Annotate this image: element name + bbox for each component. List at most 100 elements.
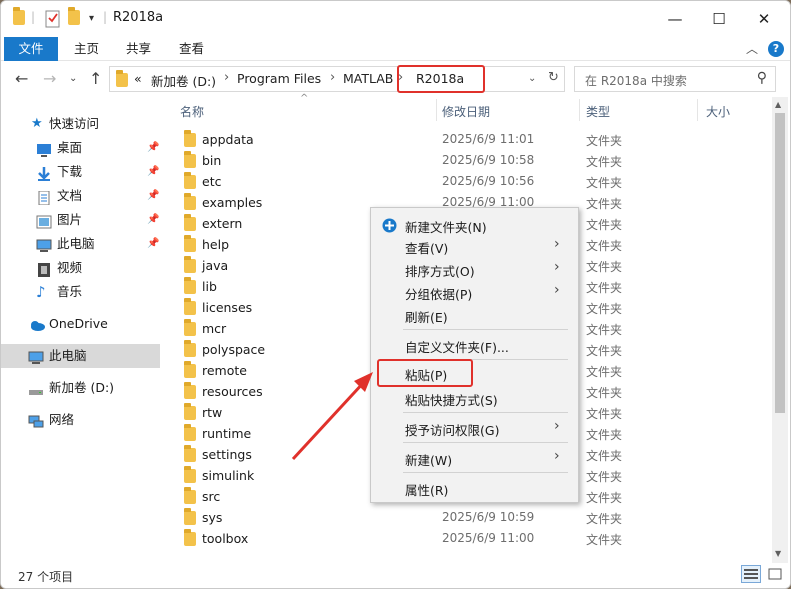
folder-icon [184, 151, 196, 171]
breadcrumb-chevron-icon[interactable]: › [330, 70, 335, 85]
sidebar-item-pictures[interactable]: 图片 📌 [1, 208, 161, 232]
menu-item-new-folder[interactable]: 新建文件夹(N) [371, 214, 578, 236]
sidebar-item-this-pc[interactable]: 此电脑 [1, 344, 160, 368]
tab-file[interactable]: 文件 [4, 37, 58, 61]
address-bar[interactable]: « 新加卷 (D:) › Program Files › MATLAB › R2… [109, 65, 565, 93]
menu-item-sort-by[interactable]: 排序方式(O) › [371, 258, 578, 280]
file-type: 文件夹 [586, 428, 623, 442]
scroll-up-icon[interactable]: ▲ [775, 100, 781, 109]
forward-arrow-icon[interactable]: → [43, 69, 56, 88]
sidebar-item-onedrive[interactable]: OneDrive [1, 312, 161, 336]
breadcrumb-overflow[interactable]: « [134, 71, 142, 86]
sidebar-item-quick-access[interactable]: ★ 快速访问 [1, 112, 161, 136]
close-button[interactable]: ✕ [744, 6, 784, 32]
menu-item-group-by[interactable]: 分组依据(P) › [371, 281, 578, 303]
folder-icon [184, 424, 196, 444]
file-type: 文件夹 [586, 533, 623, 547]
folder-icon [184, 466, 196, 486]
minimize-button[interactable]: — [655, 6, 695, 32]
file-row[interactable]: appdata 2025/6/9 11:01 文件夹 [163, 129, 763, 150]
file-modified: 2025/6/9 10:56 [442, 174, 535, 188]
menu-separator [403, 472, 568, 473]
scroll-down-icon[interactable]: ▼ [775, 549, 781, 558]
file-type: 文件夹 [586, 302, 623, 316]
menu-item-grant-access[interactable]: 授予访问权限(G) › [371, 417, 578, 439]
sidebar-item-music[interactable]: ♪ 音乐 [1, 280, 161, 304]
maximize-button[interactable]: ☐ [699, 6, 739, 32]
file-type: 文件夹 [586, 176, 623, 190]
column-divider[interactable] [579, 99, 580, 121]
up-arrow-icon[interactable]: ↑ [89, 69, 102, 88]
sidebar-item-documents[interactable]: 文档 📌 [1, 184, 161, 208]
sidebar-item-label: 音乐 [57, 284, 83, 299]
menu-item-label: 分组依据(P) [405, 287, 473, 302]
file-type: 文件夹 [586, 470, 623, 484]
sidebar-item-desktop[interactable]: 桌面 📌 [1, 136, 161, 160]
menu-item-refresh[interactable]: 刷新(E) [371, 304, 578, 326]
address-dropdown-icon[interactable]: ⌄ [528, 73, 536, 84]
menu-item-label: 刷新(E) [405, 310, 448, 325]
file-row[interactable]: toolbox 2025/6/9 11:00 文件夹 [163, 528, 763, 549]
file-name: examples [202, 195, 263, 210]
column-header-name[interactable]: 名称 [180, 103, 204, 120]
folder-icon [184, 382, 196, 402]
column-header-type[interactable]: 类型 [586, 103, 610, 120]
new-folder-icon[interactable] [68, 7, 80, 28]
file-type: 文件夹 [586, 197, 623, 211]
menu-item-properties[interactable]: 属性(R) [371, 477, 578, 499]
properties-icon[interactable] [45, 10, 61, 28]
refresh-icon[interactable]: ↻ [548, 70, 559, 85]
column-header-modified[interactable]: 修改日期 [442, 103, 490, 120]
desktop-icon [36, 141, 52, 157]
search-icon: ⚲ [756, 70, 767, 86]
column-divider[interactable] [436, 99, 437, 121]
vertical-scrollbar[interactable]: ▲ ▼ [772, 97, 788, 563]
file-row[interactable]: etc 2025/6/9 10:56 文件夹 [163, 171, 763, 192]
tab-share[interactable]: 共享 [126, 37, 151, 61]
search-box[interactable]: 在 R2018a 中搜索 ⚲ [574, 66, 776, 92]
sidebar-item-downloads[interactable]: 下载 📌 [1, 160, 161, 184]
back-arrow-icon[interactable]: ← [15, 69, 28, 88]
sidebar-item-drive-d[interactable]: 新加卷 (D:) [1, 376, 161, 400]
breadcrumb-matlab[interactable]: MATLAB [343, 71, 393, 86]
menu-item-view[interactable]: 查看(V) › [371, 235, 578, 257]
tab-home[interactable]: 主页 [74, 37, 99, 61]
file-name: polyspace [202, 342, 266, 357]
sidebar-item-videos[interactable]: 视频 [1, 256, 161, 280]
folder-icon [184, 487, 196, 507]
sidebar-item-this-pc-pinned[interactable]: 此电脑 📌 [1, 232, 161, 256]
breadcrumb-program-files[interactable]: Program Files [237, 71, 321, 86]
help-icon[interactable]: ? [768, 41, 784, 57]
file-type: 文件夹 [586, 512, 623, 526]
menu-separator [403, 442, 568, 443]
recent-locations-icon[interactable]: ⌄ [69, 73, 77, 84]
file-type: 文件夹 [586, 344, 623, 358]
details-view-button[interactable] [741, 565, 761, 583]
video-icon [36, 261, 52, 277]
breadcrumb-chevron-icon[interactable]: › [224, 70, 229, 85]
file-row[interactable]: sys 2025/6/9 10:59 文件夹 [163, 507, 763, 528]
menu-item-paste-shortcut[interactable]: 粘贴快捷方式(S) [371, 387, 578, 409]
file-name: runtime [202, 426, 252, 441]
file-name: extern [202, 216, 243, 231]
folder-icon [184, 445, 196, 465]
customize-toolbar-icon[interactable]: ▾ [89, 13, 94, 31]
breadcrumb-drive[interactable]: 新加卷 (D:) [151, 71, 216, 90]
file-type: 文件夹 [586, 218, 623, 232]
submenu-chevron-icon: › [554, 259, 560, 275]
menu-item-customize-folder[interactable]: 自定义文件夹(F)... [371, 334, 578, 356]
document-icon [36, 189, 52, 206]
column-header-size[interactable]: 大小 [706, 103, 730, 120]
large-icons-view-button[interactable] [765, 565, 785, 583]
column-divider[interactable] [697, 99, 698, 121]
menu-item-new[interactable]: 新建(W) › [371, 447, 578, 469]
expand-ribbon-icon[interactable]: ︿ [746, 40, 758, 57]
folder-icon [184, 403, 196, 423]
window-title: R2018a [113, 10, 164, 25]
search-placeholder: 在 R2018a 中搜索 [585, 74, 687, 88]
submenu-chevron-icon: › [554, 418, 560, 434]
tab-view[interactable]: 查看 [179, 37, 204, 61]
file-row[interactable]: bin 2025/6/9 10:58 文件夹 [163, 150, 763, 171]
sidebar-item-network[interactable]: 网络 [1, 408, 161, 432]
scroll-thumb[interactable] [775, 113, 785, 413]
